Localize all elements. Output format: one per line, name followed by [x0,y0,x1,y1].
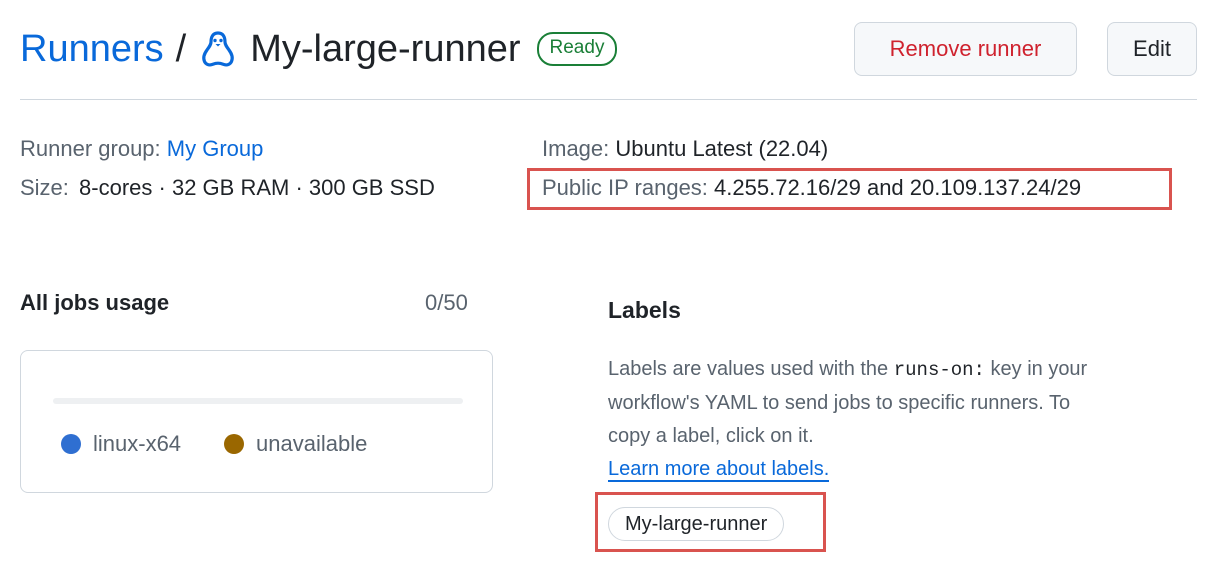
breadcrumb-separator: / [175,28,187,70]
labels-title: Labels [608,297,681,323]
page-title: My-large-runner [250,28,521,70]
remove-runner-button[interactable]: Remove runner [854,22,1077,76]
legend-item-linux-x64: linux-x64 [61,431,181,457]
breadcrumb-runners-link[interactable]: Runners [20,30,164,68]
runner-group-label: Runner group: [20,136,161,161]
jobs-usage-progress-bar [53,398,463,404]
legend-dot-brown [224,434,244,454]
size-label: Size: [20,175,69,200]
labels-desc-text-1: Labels are values used with the [608,358,894,380]
runs-on-code: runs-on: [893,359,985,381]
runner-group-link[interactable]: My Group [167,136,264,161]
image-value: Ubuntu Latest (22.04) [615,136,829,161]
jobs-usage-count: 0/50 [425,290,468,315]
label-chip[interactable]: My-large-runner [608,507,785,541]
status-badge: Ready [536,32,618,66]
runner-group-row: Runner group: My Group [20,138,263,160]
jobs-usage-card: linux-x64 unavailable [20,350,493,493]
legend-label: unavailable [256,431,368,456]
legend-dot-blue [61,434,81,454]
header-divider [20,99,1197,100]
learn-more-labels-link[interactable]: Learn more about labels. [608,458,830,482]
legend-item-unavailable: unavailable [224,431,367,457]
ip-ranges-highlight [527,168,1172,210]
size-value: 8-cores · 32 GB RAM · 300 GB SSD [79,175,435,200]
edit-button[interactable]: Edit [1107,22,1197,76]
page-header: Runners / My-large-runner Ready [20,20,720,78]
jobs-usage-title: All jobs usage [20,290,170,315]
image-label: Image: [542,136,610,161]
legend-label: linux-x64 [93,431,182,456]
linux-penguin-icon [200,30,236,68]
size-row: Size: 8-cores · 32 GB RAM · 300 GB SSD [20,177,435,199]
image-row: Image: Ubuntu Latest (22.04) [542,138,828,160]
labels-description: Labels are values used with the runs-on:… [608,353,1098,486]
